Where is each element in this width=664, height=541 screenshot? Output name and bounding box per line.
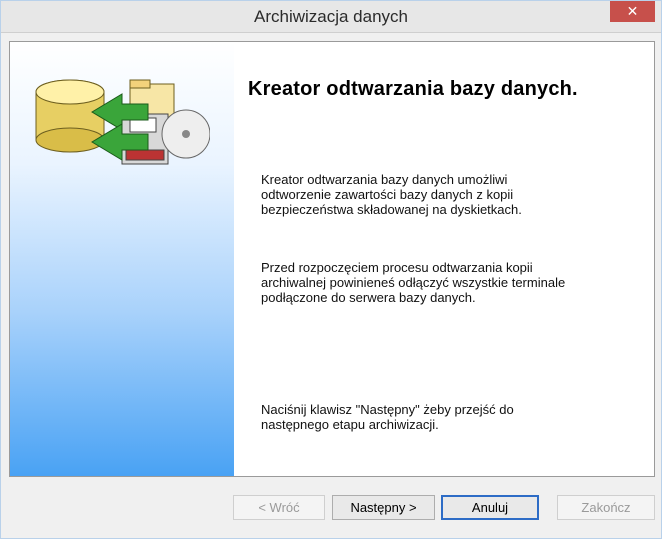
window-title: Archiwizacja danych xyxy=(253,7,408,26)
wizard-side-panel xyxy=(10,42,234,476)
database-disk-restore-icon xyxy=(30,72,211,172)
description-paragraph-1: Kreator odtwarzania bazy danych umożliwi… xyxy=(261,172,522,217)
next-button[interactable]: Następny > xyxy=(332,495,435,520)
button-row: < Wróć Następny > Anuluj Zakończ xyxy=(1,477,661,540)
back-button[interactable]: < Wróć xyxy=(233,495,325,520)
close-icon: ✕ xyxy=(626,3,639,19)
wizard-heading: Kreator odtwarzania bazy danych. xyxy=(248,78,578,100)
close-button[interactable]: ✕ xyxy=(610,1,655,22)
title-bar: Archiwizacja danych ✕ xyxy=(1,1,661,33)
finish-button[interactable]: Zakończ xyxy=(557,495,655,520)
description-paragraph-2: Przed rozpoczęciem procesu odtwarzania k… xyxy=(261,260,566,305)
wizard-panel: Kreator odtwarzania bazy danych. Kreator… xyxy=(9,41,655,477)
description-paragraph-3: Naciśnij klawisz "Następny" żeby przejść… xyxy=(261,402,514,432)
wizard-window: Archiwizacja danych ✕ Kreator odtwarzani… xyxy=(0,0,662,539)
cancel-button[interactable]: Anuluj xyxy=(441,495,539,520)
wizard-content: Kreator odtwarzania bazy danych. Kreator… xyxy=(234,42,654,476)
